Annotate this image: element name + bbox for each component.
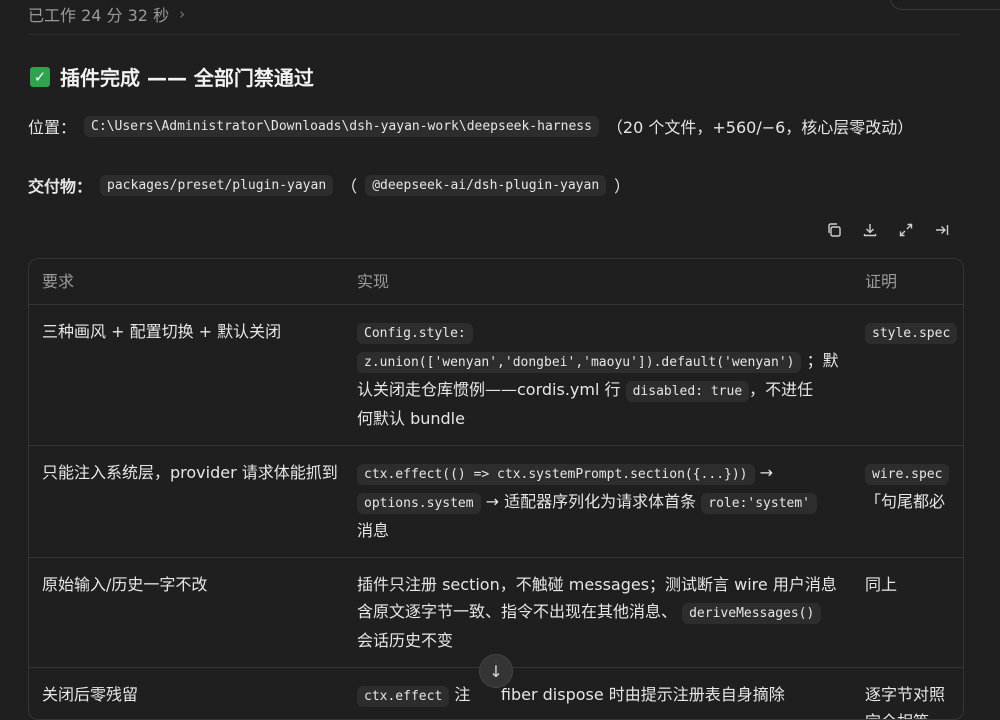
location-line: 位置： C:\Users\Administrator\Downloads\dsh…	[28, 114, 913, 138]
chevron-right-icon[interactable]: ›	[179, 5, 185, 23]
arrow-down-icon: ↓	[489, 662, 502, 681]
table-row: 原始输入/历史一字不改 插件只注册 section，不触碰 messages；测…	[29, 558, 963, 668]
title-text: 插件完成 —— 全部门禁通过	[60, 62, 314, 91]
expand-icon[interactable]	[898, 222, 914, 238]
impl-code: ctx.effect(() => ctx.systemPrompt.sectio…	[357, 464, 755, 485]
package-path: packages/preset/plugin-yayan	[100, 175, 333, 196]
impl-text: →	[760, 463, 773, 482]
table-toolbar	[826, 222, 950, 238]
deliverable-label: 交付物：	[28, 173, 92, 197]
column-header-proof: 证明	[865, 259, 963, 305]
proof-text: 逐字节对照	[865, 681, 963, 708]
impl-text: 何默认 bundle	[357, 405, 865, 432]
impl-text: → 适配器序列化为请求体首条	[486, 492, 697, 511]
impl-text: ，不进任	[749, 380, 813, 399]
row-proof: 逐字节对照 完全相等	[865, 668, 963, 720]
deliverable-line: 交付物： packages/preset/plugin-yayan （ @dee…	[28, 173, 630, 197]
table-row: 三种画风 + 配置切换 + 默认关闭 Config.style: z.union…	[29, 305, 963, 446]
table-row: 只能注入系统层，provider 请求体能抓到 ctx.effect(() =>…	[29, 446, 963, 558]
copy-icon[interactable]	[826, 222, 842, 238]
row-proof: wire.spec 「句尾都必	[865, 446, 963, 558]
proof-code: wire.spec	[865, 464, 949, 485]
impl-text: fiber dispose 时由提示注册表自身摘除	[501, 685, 785, 704]
requirements-table: 要求 实现 证明 三种画风 + 配置切换 + 默认关闭 Config.style…	[28, 258, 964, 720]
row-proof: style.spec	[865, 305, 963, 446]
impl-code: disabled: true	[626, 381, 750, 402]
column-header-requirement: 要求	[29, 259, 357, 305]
impl-code: deriveMessages()	[682, 603, 821, 624]
work-status[interactable]: 已工作 24 分 32 秒 ›	[28, 2, 185, 26]
work-duration-text: 已工作 24 分 32 秒	[28, 2, 169, 26]
row-implementation: ctx.effect 注 fiber dispose 时由提示注册表自身摘除	[357, 668, 865, 720]
impl-code: Config.style:	[357, 323, 473, 344]
impl-text: 消息	[357, 517, 865, 544]
proof-code: style.spec	[865, 323, 957, 344]
impl-code: ctx.effect	[357, 686, 449, 707]
impl-text: ；默	[807, 351, 839, 370]
impl-code: options.system	[357, 493, 481, 514]
impl-text: 注	[454, 685, 470, 704]
impl-code: z.union(['wenyan','dongbei','maoyu']).de…	[357, 352, 801, 373]
top-right-panel	[890, 0, 1000, 10]
close-paren: ）	[614, 173, 630, 197]
divider	[28, 34, 960, 35]
impl-text: 插件只注册 section，不触碰 messages；测试断言 wire 用户消…	[357, 571, 865, 598]
proof-text: 完全相等	[865, 708, 963, 720]
row-requirement: 原始输入/历史一字不改	[29, 558, 357, 668]
column-header-implementation: 实现	[357, 259, 865, 305]
row-requirement: 只能注入系统层，provider 请求体能抓到	[29, 446, 357, 558]
check-mark-icon: ✓	[30, 67, 50, 87]
location-label: 位置：	[28, 114, 76, 138]
page-title: ✓ 插件完成 —— 全部门禁通过	[30, 62, 314, 91]
open-paren: （	[341, 173, 357, 197]
table-header-row: 要求 实现 证明	[29, 259, 963, 305]
location-path: C:\Users\Administrator\Downloads\dsh-yay…	[84, 116, 599, 137]
impl-text: 含原文逐字节一致、指令不出现在其他消息、	[357, 602, 677, 621]
package-name: @deepseek-ai/dsh-plugin-yayan	[365, 175, 606, 196]
impl-code: role:'system'	[701, 493, 817, 514]
collapse-to-side-icon[interactable]	[934, 222, 950, 238]
row-proof: 同上	[865, 558, 963, 668]
row-implementation: 插件只注册 section，不触碰 messages；测试断言 wire 用户消…	[357, 558, 865, 668]
proof-text: 「句尾都必	[865, 488, 963, 515]
location-summary: （20 个文件，+560/−6，核心层零改动）	[607, 114, 913, 138]
row-requirement: 关闭后零残留	[29, 668, 357, 720]
row-implementation: Config.style: z.union(['wenyan','dongbei…	[357, 305, 865, 446]
scroll-down-button[interactable]: ↓	[479, 654, 513, 688]
impl-text: 会话历史不变	[357, 627, 865, 654]
impl-text: 认关闭走仓库惯例——cordis.yml 行	[357, 380, 621, 399]
row-implementation: ctx.effect(() => ctx.systemPrompt.sectio…	[357, 446, 865, 558]
download-icon[interactable]	[862, 222, 878, 238]
row-requirement: 三种画风 + 配置切换 + 默认关闭	[29, 305, 357, 446]
